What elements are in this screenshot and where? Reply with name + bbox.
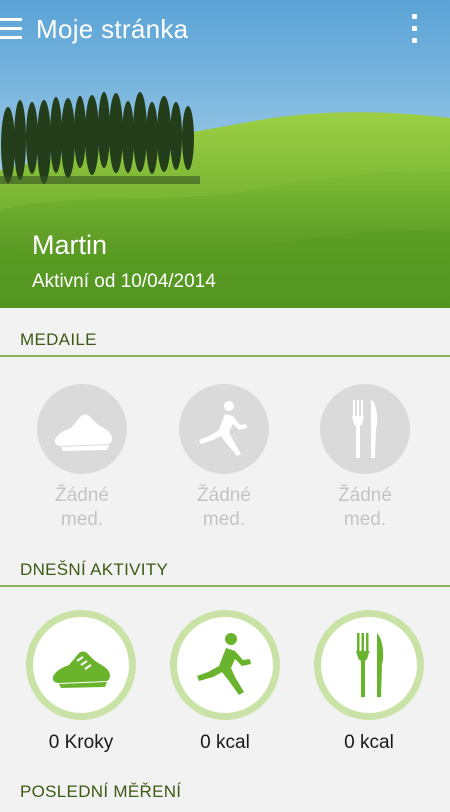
menu-icon[interactable] [0, 18, 22, 42]
activities-section-header: DNEŠNÍ AKTIVITY [0, 560, 450, 590]
runner-icon [199, 401, 247, 456]
user-name: Martin [32, 230, 108, 260]
activity-circle [26, 610, 136, 720]
medal-steps[interactable]: Žádné med. [36, 384, 128, 532]
medals-section-header: MEDAILE [0, 330, 450, 360]
medal-food[interactable]: Žádné med. [319, 384, 411, 532]
activity-food-value: 0 kcal [344, 732, 394, 753]
activity-steps-value: 0 Kroky [48, 732, 114, 753]
activities-section-title: DNEŠNÍ AKTIVITY [20, 560, 169, 579]
app-bar: Moje stránka [0, 0, 450, 64]
shoe-icon [54, 414, 112, 451]
page-title: Moje stránka [36, 14, 189, 44]
section-divider [0, 355, 450, 357]
overflow-menu-icon[interactable] [406, 14, 422, 48]
fork-knife-icon [356, 633, 384, 697]
activity-circle [314, 610, 424, 720]
active-since-text: Aktivní od 10/04/2014 [32, 271, 216, 292]
medal-label: Žádné med. [55, 485, 109, 530]
last-measurement-section-title: POSLEDNÍ MĚŘENÍ [20, 782, 182, 801]
runner-icon [197, 633, 251, 695]
medal-circle [320, 384, 410, 474]
medal-circle [179, 384, 269, 474]
last-measurement-section-header: POSLEDNÍ MĚŘENÍ [0, 782, 450, 812]
medals-section-title: MEDAILE [20, 330, 97, 349]
activity-exercise[interactable]: 0 kcal [169, 610, 281, 754]
medal-exercise[interactable]: Žádné med. [178, 384, 270, 532]
medal-label: Žádné med. [338, 485, 392, 530]
activity-food[interactable]: 0 kcal [313, 610, 425, 754]
shoe-icon [52, 651, 110, 688]
activity-circle [170, 610, 280, 720]
profile-header: Moje stránka Martin Aktivní od 10/04/201… [0, 0, 450, 308]
activity-steps[interactable]: 0 Kroky [25, 610, 137, 754]
activity-exercise-value: 0 kcal [200, 732, 250, 753]
section-divider [0, 585, 450, 587]
medal-circle [37, 384, 127, 474]
fork-knife-icon [352, 400, 378, 458]
medal-label: Žádné med. [197, 485, 251, 530]
